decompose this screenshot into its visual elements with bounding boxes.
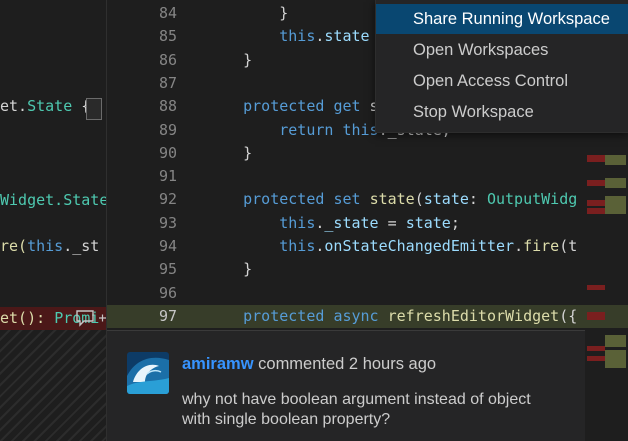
code-text: } xyxy=(207,50,253,69)
workspace-context-menu: Share Running Workspace Open Workspaces Op… xyxy=(375,0,628,133)
code-text: } xyxy=(207,260,253,279)
comment-author-link[interactable]: amiramw xyxy=(182,355,254,373)
code-text: this.onStateChangedEmitter.fire(t xyxy=(279,237,578,255)
add-comment-icon[interactable] xyxy=(75,308,109,328)
line-number: 91 xyxy=(158,167,177,186)
line-number: 92 xyxy=(158,190,177,209)
menu-item-share-running-workspace[interactable]: Share Running Workspace xyxy=(376,4,628,34)
line-number: 97 xyxy=(158,306,177,325)
diff-placeholder-hatch xyxy=(0,330,106,441)
comment-timestamp: commented 2 hours ago xyxy=(258,355,437,373)
code-text: protected get s xyxy=(243,97,379,116)
code-line[interactable]: re(this._st xyxy=(0,235,99,258)
code-text: } xyxy=(207,4,289,22)
code-line[interactable]: 92 protected set state(state: OutputWidg xyxy=(107,188,628,211)
code-line[interactable]: 93 this._state = state; xyxy=(107,212,628,235)
comment-thread: amiramw commented 2 hours ago why not ha… xyxy=(107,330,585,441)
code-line[interactable]: 96 xyxy=(107,282,628,305)
line-number: 89 xyxy=(158,120,177,139)
code-line[interactable]: 91 xyxy=(107,165,628,188)
code-line[interactable]: et.State { xyxy=(0,95,90,118)
code-line[interactable]: 90 } xyxy=(107,142,628,165)
code-text: protected set state(state: OutputWidg xyxy=(243,190,578,209)
line-number: 85 xyxy=(158,27,177,46)
menu-item-open-access-control[interactable]: Open Access Control xyxy=(376,66,628,96)
line-number: 84 xyxy=(158,4,177,22)
code-text: protected async refreshEditorWidget({ xyxy=(243,306,578,325)
line-number: 96 xyxy=(158,283,177,302)
code-text: this.state xyxy=(279,27,370,46)
code-line[interactable]: 94 this.onStateChangedEmitter.fire(t xyxy=(107,235,628,258)
code-line[interactable]: Widget.State xyxy=(0,189,106,212)
comment-body: why not have boolean argument instead of… xyxy=(182,391,531,428)
comment-header: amiramw commented 2 hours ago xyxy=(182,355,436,374)
added-code-line[interactable]: 97 protected async refreshEditorWidget({ xyxy=(107,304,628,328)
menu-item-open-workspaces[interactable]: Open Workspaces xyxy=(376,35,628,65)
code-text: this._state = state; xyxy=(279,213,460,232)
code-text: } xyxy=(207,143,253,162)
line-number: 93 xyxy=(158,213,177,232)
diff-original-pane[interactable]: et.State { Widget.State re(this._st et()… xyxy=(0,0,106,441)
line-number: 86 xyxy=(158,50,177,69)
line-number: 87 xyxy=(158,73,177,92)
line-number: 95 xyxy=(158,260,177,279)
bracket-match-box xyxy=(86,98,102,120)
line-number: 90 xyxy=(158,143,177,162)
line-number: 94 xyxy=(158,237,177,255)
code-line[interactable]: 95 } xyxy=(107,258,628,281)
menu-item-stop-workspace[interactable]: Stop Workspace xyxy=(376,97,628,127)
avatar[interactable] xyxy=(127,352,169,394)
line-number: 88 xyxy=(158,97,177,116)
